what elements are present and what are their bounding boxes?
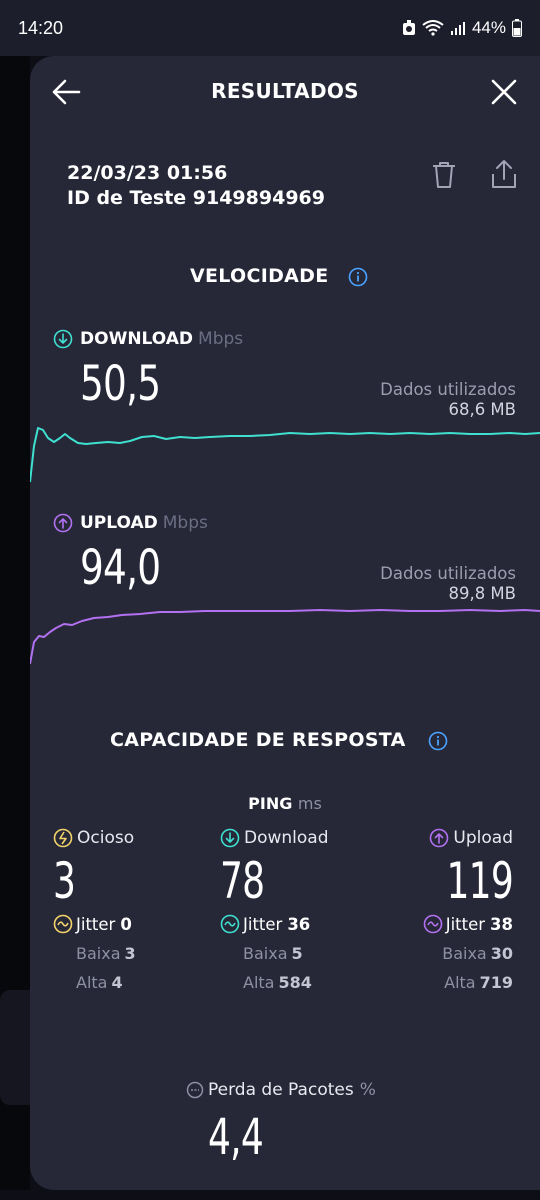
speed-info-button[interactable] <box>348 267 368 287</box>
download-graph <box>30 427 540 483</box>
jitter-wave-icon <box>220 914 240 934</box>
trash-icon <box>433 162 455 188</box>
upload-data-used: Dados utilizados 89,8 MB <box>380 564 516 604</box>
ping-idle-jitter: Jitter 0 <box>53 914 203 934</box>
battery-percent: 44% <box>471 18 506 37</box>
test-id: ID de Teste 9149894969 <box>67 187 325 209</box>
download-data-used: Dados utilizados 68,6 MB <box>380 380 516 420</box>
battery-icon <box>512 19 522 37</box>
test-datetime: 22/03/23 01:56 <box>67 162 228 184</box>
download-unit: Mbps <box>198 329 244 349</box>
ping-download-low: Baixa 5 <box>220 944 370 963</box>
upload-speed-value: 94,0 <box>80 540 161 596</box>
packet-loss-label: Perda de Pacotes % <box>186 1080 376 1100</box>
responsiveness-info-button[interactable] <box>428 731 448 751</box>
ping-upload-jitter: Jitter 38 <box>363 914 513 934</box>
ping-download-high-value: 584 <box>278 973 312 992</box>
status-bar: 14:20 44% <box>0 0 540 56</box>
ping-idle-high-label: Alta <box>76 973 108 992</box>
navigation-bar <box>0 1190 540 1200</box>
share-icon <box>492 160 516 188</box>
download-label-text: DOWNLOAD <box>80 329 194 349</box>
ping-upload-label-text: Upload <box>453 828 513 848</box>
download-label: DOWNLOAD Mbps <box>53 329 243 349</box>
ping-upload-high-value: 719 <box>479 973 513 992</box>
ping-upload-high-label: Alta <box>444 973 476 992</box>
results-sheet: RESULTADOS 22/03/23 01:56 ID de Teste 91… <box>30 56 540 1190</box>
packet-loss-label-text: Perda de Pacotes <box>208 1080 354 1100</box>
download-graph-line <box>30 427 540 483</box>
ping-idle-column: Ocioso 3 Jitter 0 Baixa 3 Alta 4 <box>53 828 203 992</box>
upload-unit: Mbps <box>162 513 208 533</box>
ping-idle-high-value: 4 <box>111 973 123 992</box>
ping-idle-value: 3 <box>53 852 76 910</box>
ping-upload-label: Upload <box>363 828 513 848</box>
ping-upload-column: Upload 119 Jitter 38 Baixa 30 Alta 719 <box>363 828 514 992</box>
ping-download-low-value: 5 <box>291 944 303 963</box>
ping-download-column: Download 78 Jitter 36 Baixa 5 Alta 584 <box>220 828 370 992</box>
download-data-label: Dados utilizados <box>380 380 516 399</box>
delete-button[interactable] <box>430 160 458 190</box>
info-icon <box>348 267 368 287</box>
ping-download-jitter-label: Jitter <box>243 914 283 934</box>
ping-label: PING <box>248 794 293 813</box>
ping-download-value: 78 <box>220 852 265 910</box>
results-header: RESULTADOS <box>30 56 540 128</box>
ping-download-low-label: Baixa <box>243 944 288 963</box>
download-arrow-icon <box>220 828 240 848</box>
ping-idle-label: Ocioso <box>53 828 203 848</box>
upload-arrow-icon <box>430 828 449 848</box>
ping-idle-low-value: 3 <box>124 944 136 963</box>
close-button[interactable] <box>488 76 520 108</box>
wifi-icon <box>422 20 444 36</box>
ping-download-high-label: Alta <box>243 973 275 992</box>
ping-upload-low-label: Baixa <box>442 944 487 963</box>
ping-idle-label-text: Ocioso <box>77 828 135 848</box>
ping-download-label-text: Download <box>244 828 329 848</box>
ping-unit: ms <box>297 794 322 813</box>
ping-upload-high: Alta 719 <box>363 973 513 992</box>
signal-icon <box>450 21 466 35</box>
idle-icon <box>53 828 73 848</box>
share-button[interactable] <box>490 158 518 190</box>
ping-idle-low-label: Baixa <box>76 944 121 963</box>
jitter-wave-icon <box>423 914 443 934</box>
upload-label: UPLOAD Mbps <box>53 513 208 533</box>
ping-upload-jitter-value: 38 <box>490 914 513 934</box>
ping-download-label: Download <box>220 828 370 848</box>
upload-arrow-icon <box>53 513 73 533</box>
upload-graph-line <box>30 609 540 665</box>
packet-loss-unit: % <box>359 1080 376 1100</box>
ping-idle-high: Alta 4 <box>53 973 203 992</box>
ping-idle-jitter-value: 0 <box>120 914 132 934</box>
speed-section-title: VELOCIDADE <box>190 265 329 287</box>
ping-upload-jitter-label: Jitter <box>445 914 486 934</box>
download-speed-value: 50,5 <box>80 356 161 412</box>
upload-label-text: UPLOAD <box>80 513 158 533</box>
ping-upload-value: 119 <box>446 852 513 910</box>
upload-graph <box>30 609 540 665</box>
test-meta: 22/03/23 01:56 ID de Teste 9149894969 <box>67 161 325 211</box>
page-title: RESULTADOS <box>211 79 359 103</box>
ping-download-jitter: Jitter 36 <box>220 914 370 934</box>
ping-title: PING ms <box>30 794 540 813</box>
ping-idle-jitter-label: Jitter <box>76 914 116 934</box>
ping-download-high: Alta 584 <box>220 973 370 992</box>
ping-upload-low: Baixa 30 <box>363 944 513 963</box>
jitter-wave-icon <box>53 914 73 934</box>
packet-loss-icon <box>186 1081 204 1099</box>
ping-download-jitter-value: 36 <box>287 914 311 934</box>
info-icon <box>428 731 448 751</box>
close-icon <box>491 79 517 105</box>
notification-icon <box>402 20 416 36</box>
ping-idle-low: Baixa 3 <box>53 944 203 963</box>
ping-upload-low-value: 30 <box>490 944 513 963</box>
responsiveness-section-title: CAPACIDADE DE RESPOSTA <box>110 729 406 751</box>
download-arrow-icon <box>53 329 73 349</box>
status-time: 14:20 <box>18 17 64 38</box>
upload-data-label: Dados utilizados <box>380 564 516 583</box>
packet-loss-value: 4,4 <box>208 1108 264 1166</box>
status-icons: 44% <box>402 18 522 38</box>
